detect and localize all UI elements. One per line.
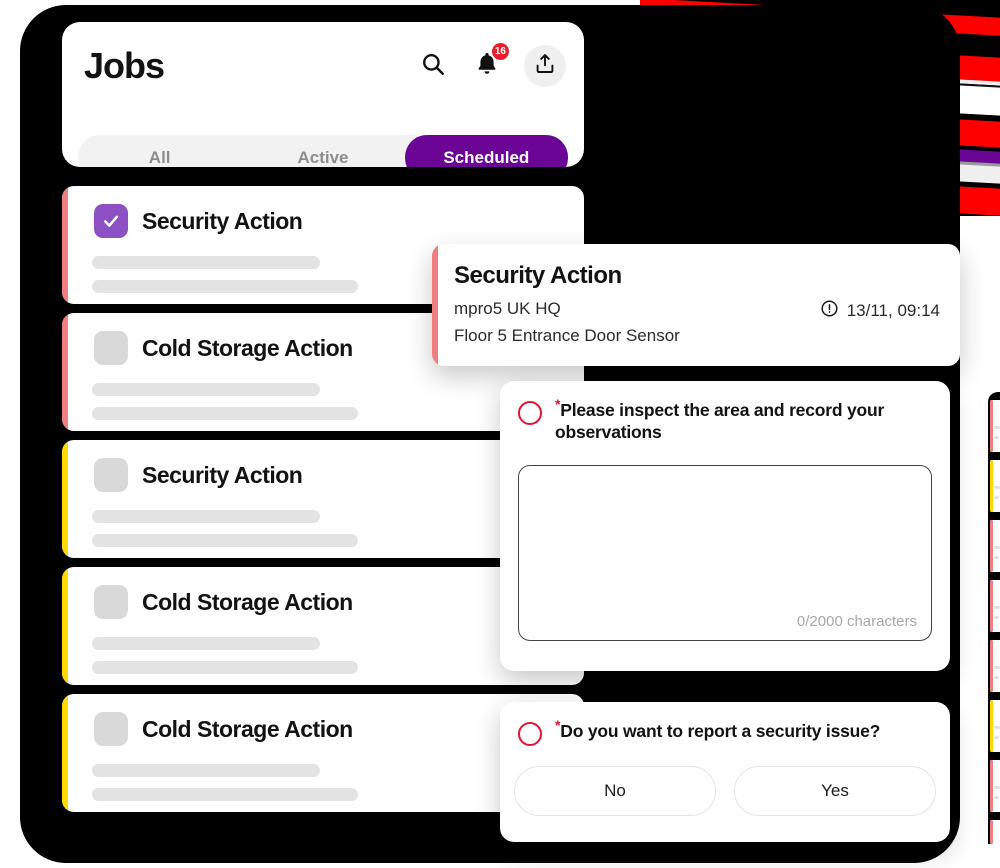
job-checkbox[interactable] — [94, 458, 128, 492]
jobs-tabbar: All Active Scheduled — [78, 135, 568, 167]
tab-active[interactable]: Active — [241, 135, 404, 167]
job-head: Security Action — [94, 458, 303, 492]
detail-asset: Floor 5 Entrance Door Sensor — [454, 326, 680, 345]
job-head: Security Action — [94, 204, 303, 238]
job-accent-bar — [62, 186, 68, 304]
job-skeleton-line — [92, 534, 358, 547]
upload-button[interactable] — [524, 45, 566, 87]
job-head: Cold Storage Action — [94, 331, 353, 365]
job-checkbox[interactable] — [94, 331, 128, 365]
job-skeleton-line — [92, 510, 320, 523]
job-skeleton-line — [92, 788, 358, 801]
notifications-button[interactable]: 16 — [470, 43, 509, 83]
header-top-row: Jobs 16 — [62, 22, 584, 110]
tab-scheduled[interactable]: Scheduled — [404, 135, 568, 167]
job-skeleton-line — [92, 256, 320, 269]
tab-all[interactable]: All — [78, 135, 241, 167]
jobs-header-card: Jobs 16 All Active Scheduled — [62, 22, 584, 167]
job-accent-bar — [62, 567, 68, 685]
job-title: Cold Storage Action — [142, 334, 353, 361]
question-label-text: Do you want to report a security issue? — [560, 721, 881, 741]
job-skeleton-line — [92, 280, 358, 293]
job-title: Security Action — [142, 207, 303, 234]
alert-circle-icon — [820, 299, 839, 323]
question-header: *Do you want to report a security issue? — [518, 718, 930, 746]
question-card-text: *Please inspect the area and record your… — [500, 381, 950, 671]
job-skeleton-line — [92, 407, 358, 420]
detail-title: Security Action — [454, 262, 622, 289]
job-head: Cold Storage Action — [94, 585, 353, 619]
search-button[interactable] — [416, 49, 450, 83]
detail-site: mpro5 UK HQ — [454, 299, 561, 318]
character-counter: 0/2000 characters — [796, 613, 917, 630]
secondary-device-sliver — [988, 392, 1000, 844]
question-label: *Do you want to report a security issue? — [555, 718, 881, 746]
detail-meta: 13/11, 09:14 — [820, 299, 940, 323]
upload-icon — [533, 52, 557, 81]
job-skeleton-line — [92, 383, 320, 396]
job-accent-bar — [62, 440, 68, 558]
question-card-choice: *Do you want to report a security issue?… — [500, 702, 950, 842]
page-title: Jobs — [84, 45, 165, 86]
no-button[interactable]: No — [514, 766, 716, 816]
observations-textarea[interactable]: 0/2000 characters — [518, 465, 932, 641]
job-detail-card[interactable]: Security Action mpro5 UK HQ Floor 5 Entr… — [432, 244, 960, 366]
detail-timestamp: 13/11, 09:14 — [846, 301, 940, 320]
screenshot-stage: Jobs 16 All Active Scheduled Security Ac… — [0, 0, 1000, 868]
header-actions: 16 — [416, 43, 566, 87]
question-status-radio[interactable] — [518, 401, 542, 425]
job-head: Cold Storage Action — [94, 712, 353, 746]
question-status-radio[interactable] — [518, 722, 542, 746]
search-icon — [420, 51, 446, 82]
job-skeleton-line — [92, 764, 320, 777]
job-accent-bar — [62, 313, 68, 431]
job-checkbox[interactable] — [94, 712, 128, 746]
check-icon — [103, 215, 119, 227]
yes-button[interactable]: Yes — [734, 766, 936, 816]
job-checkbox[interactable] — [94, 585, 128, 619]
job-skeleton-line — [92, 637, 320, 650]
job-title: Cold Storage Action — [142, 715, 353, 742]
notification-badge: 16 — [491, 43, 509, 60]
question-header: *Please inspect the area and record your… — [518, 397, 930, 444]
yes-no-button-row: No Yes — [514, 766, 936, 816]
job-accent-bar — [62, 694, 68, 812]
detail-accent-bar — [432, 244, 438, 366]
job-skeleton-line — [92, 661, 358, 674]
job-title: Security Action — [142, 461, 303, 488]
question-label: *Please inspect the area and record your… — [555, 397, 930, 444]
question-label-text: Please inspect the area and record your … — [555, 400, 885, 443]
job-checkbox[interactable] — [94, 204, 128, 238]
job-title: Cold Storage Action — [142, 588, 353, 615]
